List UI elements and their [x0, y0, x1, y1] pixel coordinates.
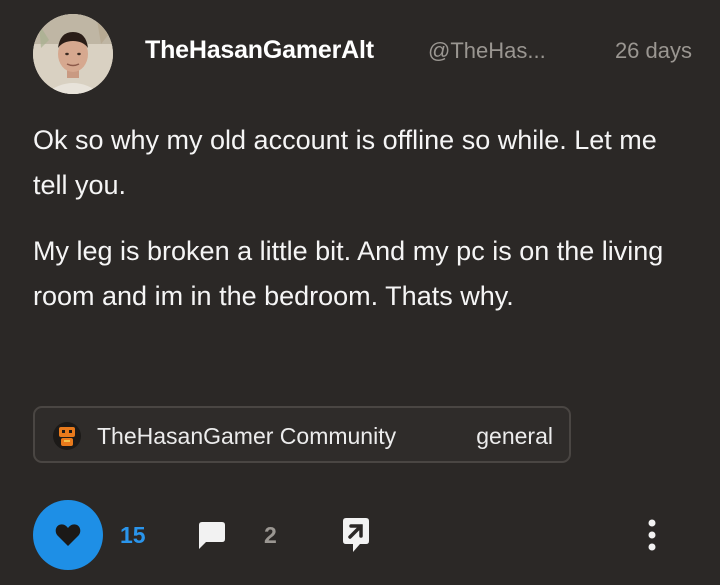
- like-button[interactable]: [33, 500, 103, 570]
- share-icon: [343, 518, 369, 552]
- post-paragraph: Ok so why my old account is offline so w…: [33, 125, 657, 200]
- reply-button[interactable]: [196, 520, 228, 552]
- post-timestamp: 26 days: [614, 38, 692, 63]
- like-count: 15: [120, 522, 146, 548]
- post-body: Ok so why my old account is offline so w…: [33, 118, 683, 340]
- post-card: TheHasanGamerAlt @TheHas... 26 days Ok s…: [0, 0, 720, 585]
- post-actions: 15 2: [0, 500, 720, 575]
- post-paragraph: My leg is broken a little bit. And my pc…: [33, 236, 664, 311]
- avatar-photo: [33, 14, 113, 94]
- more-options-button[interactable]: [640, 515, 664, 555]
- reply-count: 2: [264, 522, 277, 548]
- share-button[interactable]: [340, 517, 372, 553]
- vertical-ellipsis-icon: [648, 519, 656, 551]
- post-header: TheHasanGamerAlt @TheHas... 26 days: [145, 34, 695, 74]
- community-name: TheHasanGamer Community: [97, 423, 397, 449]
- channel-name[interactable]: general: [476, 423, 553, 450]
- heart-icon: [55, 524, 81, 546]
- author-avatar[interactable]: [33, 14, 113, 94]
- community-link[interactable]: TheHasanGamer Community general: [33, 406, 571, 463]
- author-display-name[interactable]: TheHasanGamerAlt: [145, 36, 374, 65]
- speech-bubble-icon: [199, 522, 225, 549]
- community-avatar-icon: [52, 421, 82, 451]
- author-handle[interactable]: @TheHas...: [428, 38, 564, 64]
